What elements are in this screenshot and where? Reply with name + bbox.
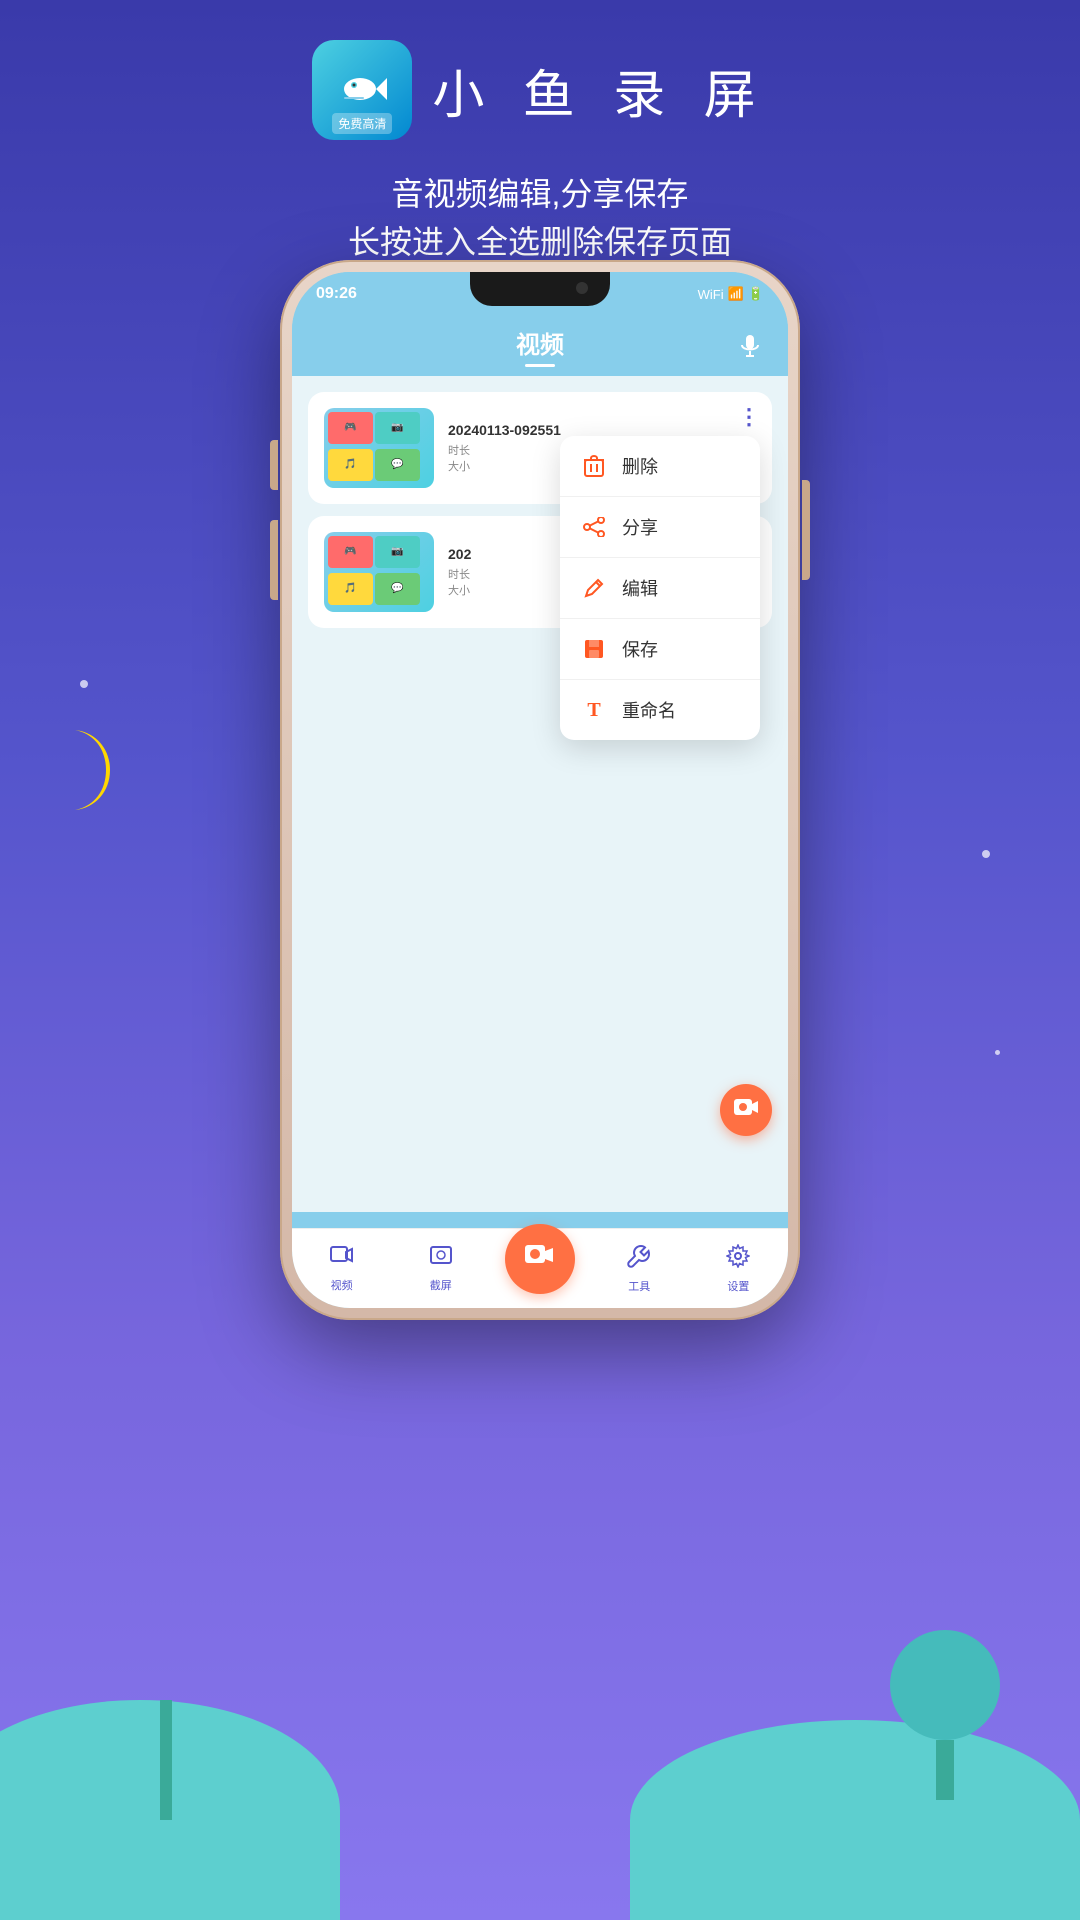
edit-icon [580, 574, 608, 602]
moon-icon [40, 720, 140, 820]
tab-settings[interactable]: 设置 [689, 1229, 788, 1308]
tab-video-icon [330, 1245, 354, 1273]
star-1 [80, 680, 88, 688]
thumb-app-1: 🎮 [328, 412, 373, 444]
menu-edit-label: 编辑 [622, 575, 658, 601]
content-area: 🎮 📷 🎵 💬 20240113-092551 时长 大小 ⋮ [292, 376, 788, 1212]
rename-icon: T [580, 696, 608, 724]
front-camera [576, 282, 588, 294]
bg-tree [890, 1630, 1000, 1800]
thumb2-app-2: 📷 [375, 536, 420, 568]
app-icon: 免费高清 [312, 40, 412, 140]
star-2 [982, 850, 990, 858]
bg-hill-right [630, 1720, 1080, 1920]
phone-screen: 09:26 WiFi 📶 🔋 视频 [292, 272, 788, 1308]
tab-record[interactable] [490, 1229, 589, 1308]
menu-rename-label: 重命名 [622, 697, 676, 723]
menu-share[interactable]: 分享 [560, 497, 760, 558]
thumb2-app-3: 🎵 [328, 573, 373, 605]
app-logo-area: 免费高清 小 鱼 录 屏 [312, 40, 767, 140]
menu-edit[interactable]: 编辑 [560, 558, 760, 619]
app-icon-badge: 免费高清 [332, 113, 392, 134]
tab-tools-label: 工具 [628, 1278, 650, 1294]
tab-record-center[interactable] [505, 1224, 575, 1294]
app-title: 小 鱼 录 屏 [432, 53, 767, 128]
nav-title: 视频 [516, 325, 564, 360]
tab-video-label: 视频 [331, 1277, 353, 1293]
menu-share-label: 分享 [622, 514, 658, 540]
status-time: 09:26 [316, 285, 357, 303]
signal-icon: 📶 [728, 286, 744, 302]
tab-screenshot[interactable]: 截屏 [391, 1229, 490, 1308]
tab-record-icon [524, 1241, 556, 1276]
menu-rename[interactable]: T 重命名 [560, 680, 760, 740]
video-thumbnail-1: 🎮 📷 🎵 💬 [324, 408, 434, 488]
power-button [802, 480, 810, 580]
status-bar: 09:26 WiFi 📶 🔋 [292, 272, 788, 316]
app-header: 免费高清 小 鱼 录 屏 音视频编辑,分享保存 长按进入全选删除保存页面 [0, 0, 1080, 266]
record-fab[interactable] [720, 1084, 772, 1136]
status-icons: WiFi 📶 🔋 [698, 286, 764, 302]
nav-header: 视频 [292, 316, 788, 376]
tab-tools[interactable]: 工具 [590, 1229, 689, 1308]
tab-settings-icon [726, 1244, 750, 1274]
tab-video[interactable]: 视频 [292, 1229, 391, 1308]
menu-delete[interactable]: 删除 [560, 436, 760, 497]
notch [470, 272, 610, 306]
tab-screenshot-icon [429, 1245, 453, 1273]
thumb-app-4: 💬 [375, 449, 420, 481]
app-subtitle: 音视频编辑,分享保存 长按进入全选删除保存页面 [348, 170, 732, 266]
thumb2-app-4: 💬 [375, 573, 420, 605]
tab-tools-icon [627, 1244, 651, 1274]
tab-settings-label: 设置 [727, 1278, 749, 1294]
thumb-app-2: 📷 [375, 412, 420, 444]
thumb2-app-1: 🎮 [328, 536, 373, 568]
nav-title-underline [525, 364, 555, 367]
wifi-icon: WiFi [698, 287, 724, 302]
video-more-button-1[interactable]: ⋮ [738, 406, 758, 428]
star-3 [995, 1050, 1000, 1055]
battery-icon: 🔋 [748, 286, 764, 302]
video-thumbnail-2: 🎮 📷 🎵 💬 [324, 532, 434, 612]
bg-pole-left [160, 1700, 172, 1820]
record-fab-icon [733, 1096, 759, 1124]
tab-screenshot-label: 截屏 [430, 1277, 452, 1293]
thumb-app-3: 🎵 [328, 449, 373, 481]
video-item-1: 🎮 📷 🎵 💬 20240113-092551 时长 大小 ⋮ [308, 392, 772, 504]
menu-delete-label: 删除 [622, 453, 658, 479]
tab-bar: 视频 截屏 [292, 1228, 788, 1308]
volume-down-button [270, 520, 278, 600]
delete-icon [580, 452, 608, 480]
phone-mockup: 09:26 WiFi 📶 🔋 视频 [280, 260, 800, 1320]
mic-button[interactable] [732, 328, 768, 364]
share-icon [580, 513, 608, 541]
menu-save-label: 保存 [622, 636, 658, 662]
volume-up-button [270, 440, 278, 490]
menu-save[interactable]: 保存 [560, 619, 760, 680]
context-menu: 删除 分享 [560, 436, 760, 740]
save-icon [580, 635, 608, 663]
